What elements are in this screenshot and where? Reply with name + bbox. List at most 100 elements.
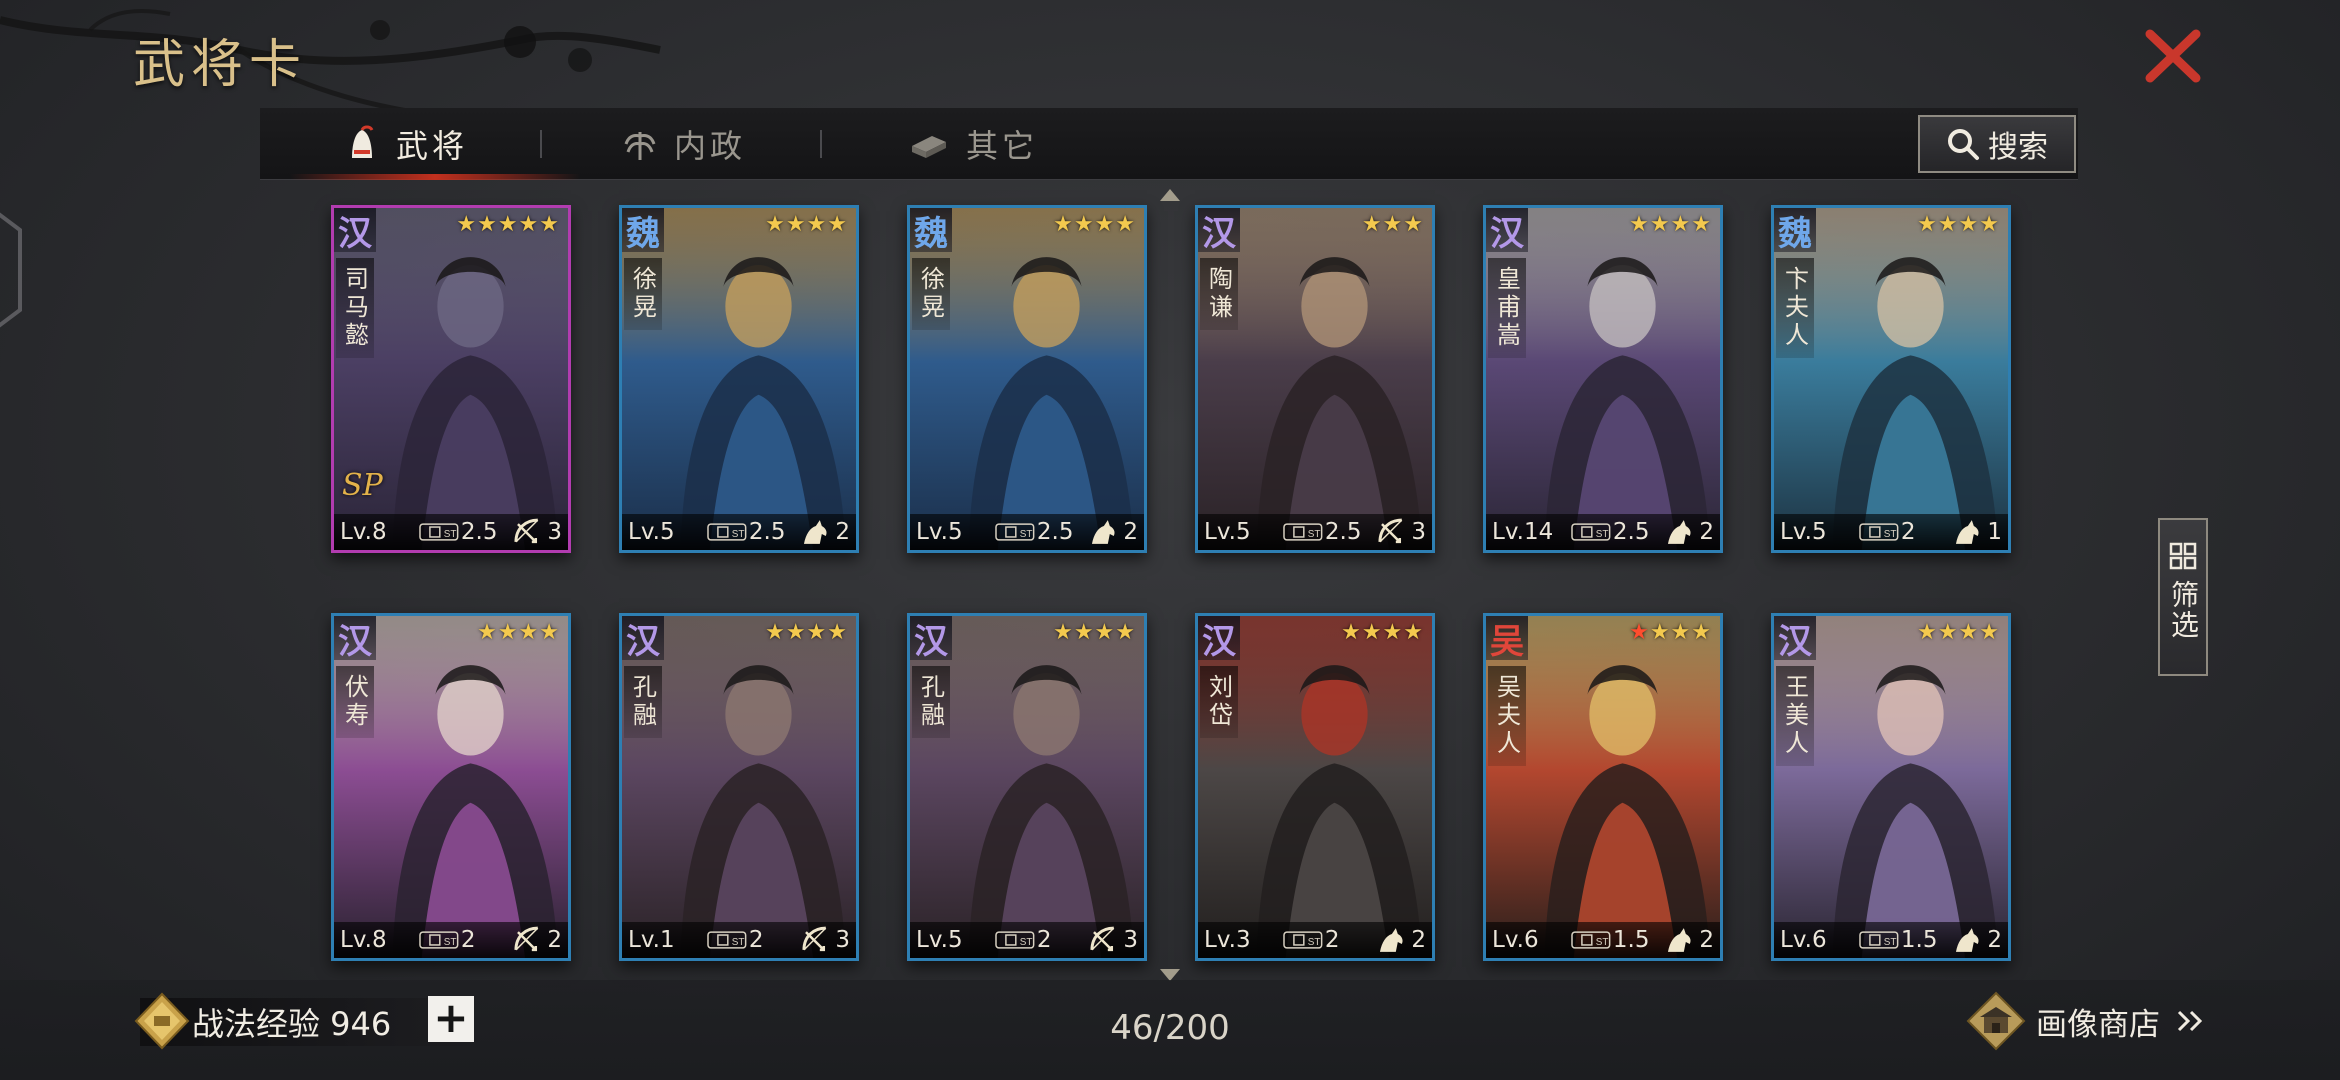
- general-name: 伏寿: [336, 666, 374, 738]
- unit-count: 2: [547, 927, 562, 953]
- card-count: 46/200: [1110, 1008, 1230, 1048]
- general-name: 刘岱: [1200, 666, 1238, 738]
- cavalry-icon: [1668, 520, 1692, 544]
- general-level: Lv.14: [1492, 519, 1554, 545]
- general-name: 孔融: [624, 666, 662, 738]
- general-card[interactable]: 汉 伏寿 ★★★★ Lv.8 ST 2 2: [331, 613, 571, 961]
- filter-button[interactable]: 筛选: [2158, 518, 2208, 676]
- archer-icon: [1090, 926, 1115, 952]
- star-rating-stars: ★★★★★: [456, 212, 560, 237]
- star-rating: ★★★★: [1629, 620, 1712, 645]
- portrait-shop-label: 画像商店: [2036, 1006, 2160, 1043]
- double-chevron-right-icon: [2177, 1010, 2203, 1032]
- card-footer: Lv.8 ST 2 2: [334, 922, 568, 958]
- shop-pavilion-icon: [1966, 991, 2026, 1051]
- general-level: Lv.5: [628, 519, 675, 545]
- general-cost: 2: [748, 927, 764, 953]
- star-rating: ★★★★: [1629, 212, 1712, 237]
- general-cost: 2: [1036, 927, 1052, 953]
- general-level: Lv.8: [340, 519, 387, 545]
- cost-icon: ST: [1283, 931, 1323, 949]
- awakened-star-icon: ★: [1629, 620, 1650, 645]
- card-footer: Lv.5 ST 2 3: [910, 922, 1144, 958]
- faction-badge: 魏: [1774, 208, 1816, 254]
- general-card[interactable]: 汉 皇甫嵩 ★★★★ Lv.14 ST 2.5 2: [1483, 205, 1723, 553]
- general-cost: 2.5: [1324, 519, 1362, 545]
- star-rating: ★★★★★: [456, 212, 560, 237]
- svg-text:ST: ST: [1308, 937, 1321, 948]
- star-rating: ★★★★: [1917, 620, 2000, 645]
- star-rating: ★★★★: [1917, 212, 2000, 237]
- svg-text:ST: ST: [732, 529, 745, 540]
- general-card[interactable]: 汉 王美人 ★★★★ Lv.6 ST 1.5 2: [1771, 613, 2011, 961]
- star-rating-stars: ★★★: [1649, 620, 1712, 645]
- card-footer: Lv.5 ST 2 1: [1774, 514, 2008, 550]
- general-name: 王美人: [1776, 666, 1814, 766]
- general-level: Lv.3: [1204, 927, 1251, 953]
- card-footer: Lv.6 ST 1.5 2: [1774, 922, 2008, 958]
- tab-internal-affairs[interactable]: 内政: [620, 108, 746, 180]
- search-label: 搜索: [1988, 130, 2048, 165]
- tab-generals[interactable]: 武将: [342, 108, 468, 180]
- general-name: 司马懿: [336, 258, 374, 358]
- general-cost: 2: [1324, 927, 1340, 953]
- general-card[interactable]: 汉 陶谦 ★★★ Lv.5 ST 2.5 3: [1195, 205, 1435, 553]
- unit-count: 2: [1987, 927, 2002, 953]
- star-rating-stars: ★★★★: [1053, 620, 1136, 645]
- general-card[interactable]: 汉 孔融 ★★★★ Lv.5 ST 2 3: [907, 613, 1147, 961]
- search-button[interactable]: 搜索: [1918, 115, 2076, 173]
- svg-text:ST: ST: [1884, 529, 1897, 540]
- unit-count: 3: [835, 927, 850, 953]
- cavalry-icon: [1668, 928, 1692, 952]
- general-card[interactable]: 汉 司马懿 ★★★★★ SP Lv.8 ST 2.5 3: [331, 205, 571, 553]
- add-exp-button[interactable]: +: [428, 996, 474, 1042]
- cost-icon: ST: [1571, 931, 1611, 949]
- svg-text:ST: ST: [444, 937, 457, 948]
- cost-icon: ST: [707, 523, 747, 541]
- general-card[interactable]: 魏 徐晃 ★★★★ Lv.5 ST 2.5 2: [907, 205, 1147, 553]
- faction-badge: 汉: [334, 616, 376, 662]
- star-rating-stars: ★★★★: [1917, 620, 2000, 645]
- general-card[interactable]: 魏 卞夫人 ★★★★ Lv.5 ST 2 1: [1771, 205, 2011, 553]
- star-rating: ★★★★: [1341, 620, 1424, 645]
- unit-count: 2: [1699, 927, 1714, 953]
- general-cost: 2.5: [460, 519, 498, 545]
- cost-icon: ST: [995, 523, 1035, 541]
- archer-icon: [514, 518, 539, 544]
- unit-count: 3: [1123, 927, 1138, 953]
- wheat-icon: [624, 132, 656, 160]
- star-rating-stars: ★★★★: [477, 620, 560, 645]
- card-footer: Lv.8 ST 2.5 3: [334, 514, 568, 550]
- general-card[interactable]: 魏 徐晃 ★★★★ Lv.5 ST 2.5 2: [619, 205, 859, 553]
- general-card[interactable]: 汉 刘岱 ★★★★ Lv.3 ST 2 2: [1195, 613, 1435, 961]
- archer-icon: [802, 926, 827, 952]
- close-button[interactable]: [2142, 28, 2204, 84]
- general-card[interactable]: 吴 吴夫人 ★★★★ Lv.6 ST 1.5 2: [1483, 613, 1723, 961]
- svg-text:ST: ST: [444, 529, 457, 540]
- tab-separator: [820, 130, 822, 158]
- general-level: Lv.8: [340, 927, 387, 953]
- svg-text:ST: ST: [1020, 529, 1033, 540]
- card-footer: Lv.1 ST 2 3: [622, 922, 856, 958]
- star-rating-stars: ★★★: [1361, 212, 1424, 237]
- unit-count: 2: [1411, 927, 1426, 953]
- general-level: Lv.6: [1780, 927, 1827, 953]
- general-level: Lv.5: [916, 519, 963, 545]
- unit-count: 3: [547, 519, 562, 545]
- general-cost: 1.5: [1612, 927, 1650, 953]
- ingot-icon: [912, 136, 946, 158]
- portrait-shop-link[interactable]: 画像商店: [1966, 990, 2204, 1052]
- tab-other-label: 其它: [966, 127, 1039, 165]
- star-rating-stars: ★★★★: [1629, 212, 1712, 237]
- faction-badge: 汉: [622, 616, 664, 662]
- general-card[interactable]: 汉 孔融 ★★★★ Lv.1 ST 2 3: [619, 613, 859, 961]
- tab-other[interactable]: 其它: [904, 108, 1038, 180]
- faction-badge: 汉: [1198, 616, 1240, 662]
- cost-icon: ST: [1859, 931, 1899, 949]
- star-rating-stars: ★★★★: [1917, 212, 2000, 237]
- grid-icon: [2169, 542, 2197, 570]
- general-cost: 1.5: [1900, 927, 1938, 953]
- filter-label: 筛选: [2167, 580, 2200, 640]
- cost-icon: ST: [707, 931, 747, 949]
- star-rating: ★★★★: [1053, 620, 1136, 645]
